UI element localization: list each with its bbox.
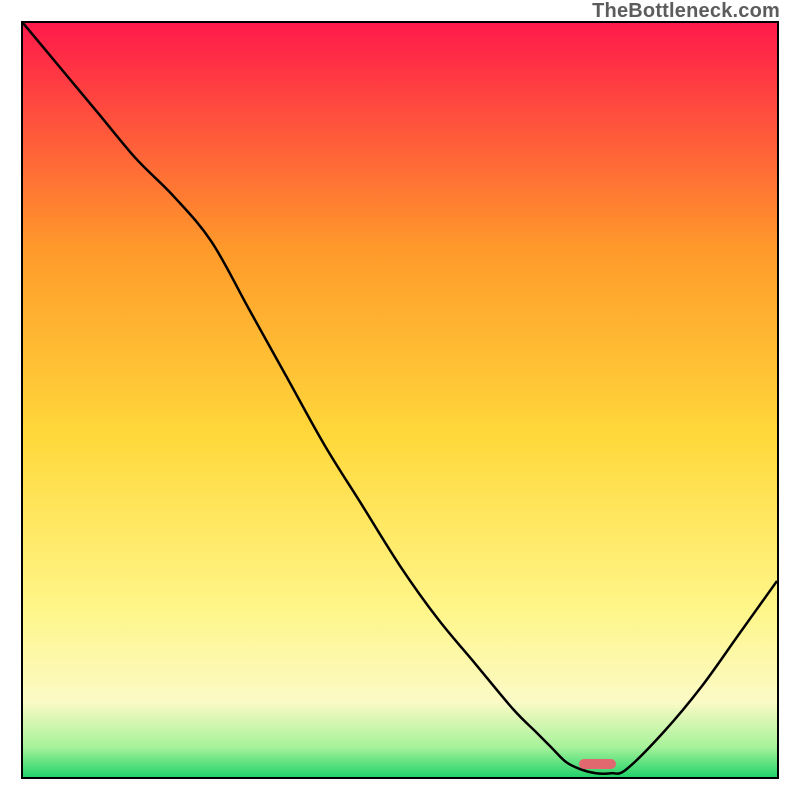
- bottleneck-marker: [579, 759, 617, 769]
- bottleneck-curve: [23, 23, 777, 774]
- curve-layer: [23, 23, 777, 777]
- watermark-text: TheBottleneck.com: [592, 0, 780, 23]
- bottleneck-chart: TheBottleneck.com: [0, 0, 800, 800]
- plot-area: [21, 21, 779, 779]
